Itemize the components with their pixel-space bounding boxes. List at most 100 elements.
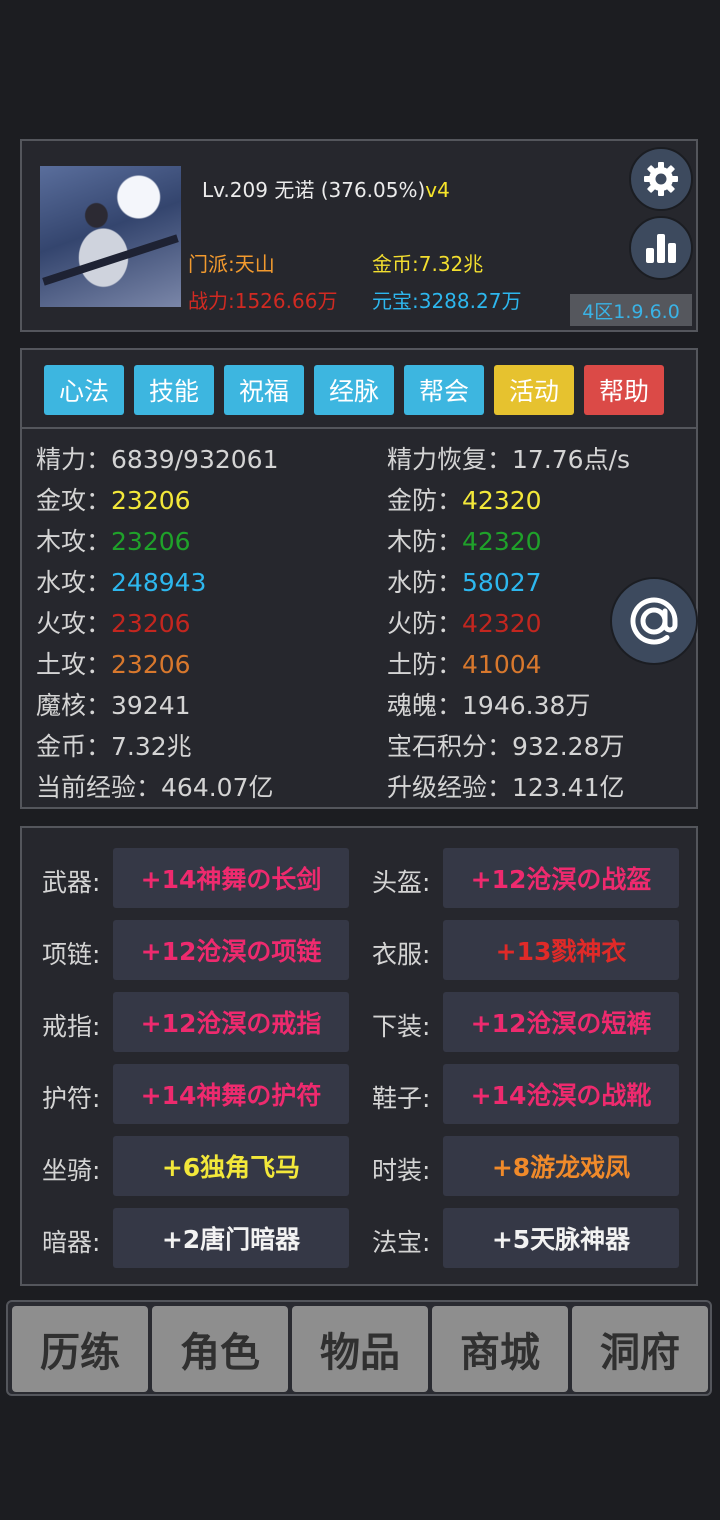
stat-row: 水防：58027 (387, 563, 542, 599)
mention-button[interactable] (610, 577, 698, 665)
stat-label: 魂魄： (387, 691, 463, 720)
server-badge: 4区1.9.6.0 (570, 294, 692, 326)
stat-value: 58027 (462, 568, 542, 597)
stat-row: 升级经验：123.41亿 (387, 768, 625, 804)
stat-value: 1946.38万 (462, 691, 591, 720)
equip-item-button[interactable]: +12沧溟の戒指 (113, 992, 349, 1052)
stat-label: 木防： (387, 527, 463, 556)
settings-button[interactable] (629, 147, 693, 211)
equip-item-button[interactable]: +12沧溟の项链 (113, 920, 349, 980)
stat-label: 火攻： (36, 609, 112, 638)
tab-blessing[interactable]: 祝福 (224, 365, 304, 415)
tab-meridian[interactable]: 经脉 (314, 365, 394, 415)
equip-item-button[interactable]: +2唐门暗器 (113, 1208, 349, 1268)
tab-guild[interactable]: 帮会 (404, 365, 484, 415)
stat-row: 金防：42320 (387, 481, 542, 517)
tab-activity[interactable]: 活动 (494, 365, 574, 415)
stat-value: 23206 (111, 486, 191, 515)
stat-value: 6839/932061 (111, 445, 279, 474)
stat-value: 42320 (462, 527, 542, 556)
stat-label: 魔核： (36, 691, 112, 720)
stat-row: 精力恢复：17.76点/s (387, 440, 630, 476)
equip-item-button[interactable]: +6独角飞马 (113, 1136, 349, 1196)
equip-item-button[interactable]: +13戮神衣 (443, 920, 679, 980)
nav-cave[interactable]: 洞府 (572, 1306, 708, 1392)
function-tab-bar: 心法 技能 祝福 经脉 帮会 活动 帮助 (22, 350, 696, 429)
stat-row: 精力：6839/932061 (36, 440, 279, 476)
stat-row: 宝石积分：932.28万 (387, 727, 625, 763)
stat-row: 木防：42320 (387, 522, 542, 558)
equip-item-button[interactable]: +14神舞の长剑 (113, 848, 349, 908)
stat-label: 升级经验： (387, 773, 513, 802)
tab-xinfa[interactable]: 心法 (44, 365, 124, 415)
stat-row: 火防：42320 (387, 604, 542, 640)
stat-label: 土攻： (36, 650, 112, 679)
equip-item-button[interactable]: +12沧溟の短裤 (443, 992, 679, 1052)
equip-slot-label: 项链: (42, 940, 101, 969)
nav-training[interactable]: 历练 (12, 1306, 148, 1392)
stat-value: 42320 (462, 609, 542, 638)
equip-slot-label: 下装: (372, 1012, 431, 1041)
stat-row: 土防：41004 (387, 645, 542, 681)
stat-row: 魂魄：1946.38万 (387, 686, 590, 722)
stat-label: 水攻： (36, 568, 112, 597)
nav-items[interactable]: 物品 (292, 1306, 428, 1392)
ingot-text: 元宝:3288.27万 (372, 289, 522, 313)
stat-label: 金攻： (36, 486, 112, 515)
equip-slot-label: 头盔: (372, 868, 431, 897)
stat-row: 土攻：23206 (36, 645, 191, 681)
stat-label: 水防： (387, 568, 463, 597)
nav-shop[interactable]: 商城 (432, 1306, 568, 1392)
stat-value: 7.32兆 (111, 732, 192, 761)
equip-item-button[interactable]: +14神舞の护符 (113, 1064, 349, 1124)
level-text: Lv.209 (202, 178, 268, 202)
equip-slot-label: 暗器: (42, 1228, 101, 1257)
equip-slot-label: 护符: (42, 1084, 101, 1113)
nav-character[interactable]: 角色 (152, 1306, 288, 1392)
stat-value: 248943 (111, 568, 207, 597)
gear-icon (644, 162, 678, 196)
stat-value: 17.76点/s (512, 445, 631, 474)
stat-value: 464.07亿 (161, 773, 274, 802)
equip-item-button[interactable]: +8游龙戏凤 (443, 1136, 679, 1196)
bar-chart-icon (646, 234, 676, 263)
stat-value: 41004 (462, 650, 542, 679)
stat-value: 123.41亿 (512, 773, 625, 802)
stat-value: 23206 (111, 650, 191, 679)
stat-value: 42320 (462, 486, 542, 515)
character-header: Lv.209 无诺 (376.05%)v4 门派:天山 战力:1526.66万 … (20, 139, 698, 332)
stat-label: 金币： (36, 732, 112, 761)
level-line: Lv.209 无诺 (376.05%)v4 (202, 174, 450, 203)
power-text: 战力:1526.66万 (188, 289, 338, 313)
stat-label: 精力： (36, 445, 112, 474)
at-sign-icon (630, 597, 678, 645)
stat-row: 魔核：39241 (36, 686, 191, 722)
stat-label: 木攻： (36, 527, 112, 556)
tab-help[interactable]: 帮助 (584, 365, 664, 415)
stat-label: 当前经验： (36, 773, 162, 802)
stat-row: 火攻：23206 (36, 604, 191, 640)
character-portrait[interactable] (40, 166, 181, 307)
stat-value: 23206 (111, 527, 191, 556)
stat-row: 金币：7.32兆 (36, 727, 192, 763)
equip-slot-label: 武器: (42, 868, 101, 897)
tab-skills[interactable]: 技能 (134, 365, 214, 415)
equip-item-button[interactable]: +14沧溟の战靴 (443, 1064, 679, 1124)
stat-label: 宝石积分： (387, 732, 513, 761)
player-name: 无诺 (274, 178, 315, 202)
equip-item-button[interactable]: +5天脉神器 (443, 1208, 679, 1268)
equip-slot-label: 时装: (372, 1156, 431, 1185)
exp-percent: (376.05%) (320, 178, 426, 202)
stat-row: 金攻：23206 (36, 481, 191, 517)
stat-label: 火防： (387, 609, 463, 638)
equip-slot-label: 法宝: (372, 1228, 431, 1257)
stat-value: 23206 (111, 609, 191, 638)
ranking-button[interactable] (629, 216, 693, 280)
stats-panel: 心法 技能 祝福 经脉 帮会 活动 帮助 精力：6839/932061 精力恢复：… (20, 348, 698, 809)
gold-text: 金币:7.32兆 (372, 252, 484, 276)
stat-label: 土防： (387, 650, 463, 679)
equip-slot-label: 鞋子: (372, 1084, 431, 1113)
equip-item-button[interactable]: +12沧溟の战盔 (443, 848, 679, 908)
stat-row: 当前经验：464.07亿 (36, 768, 274, 804)
stat-row: 木攻：23206 (36, 522, 191, 558)
